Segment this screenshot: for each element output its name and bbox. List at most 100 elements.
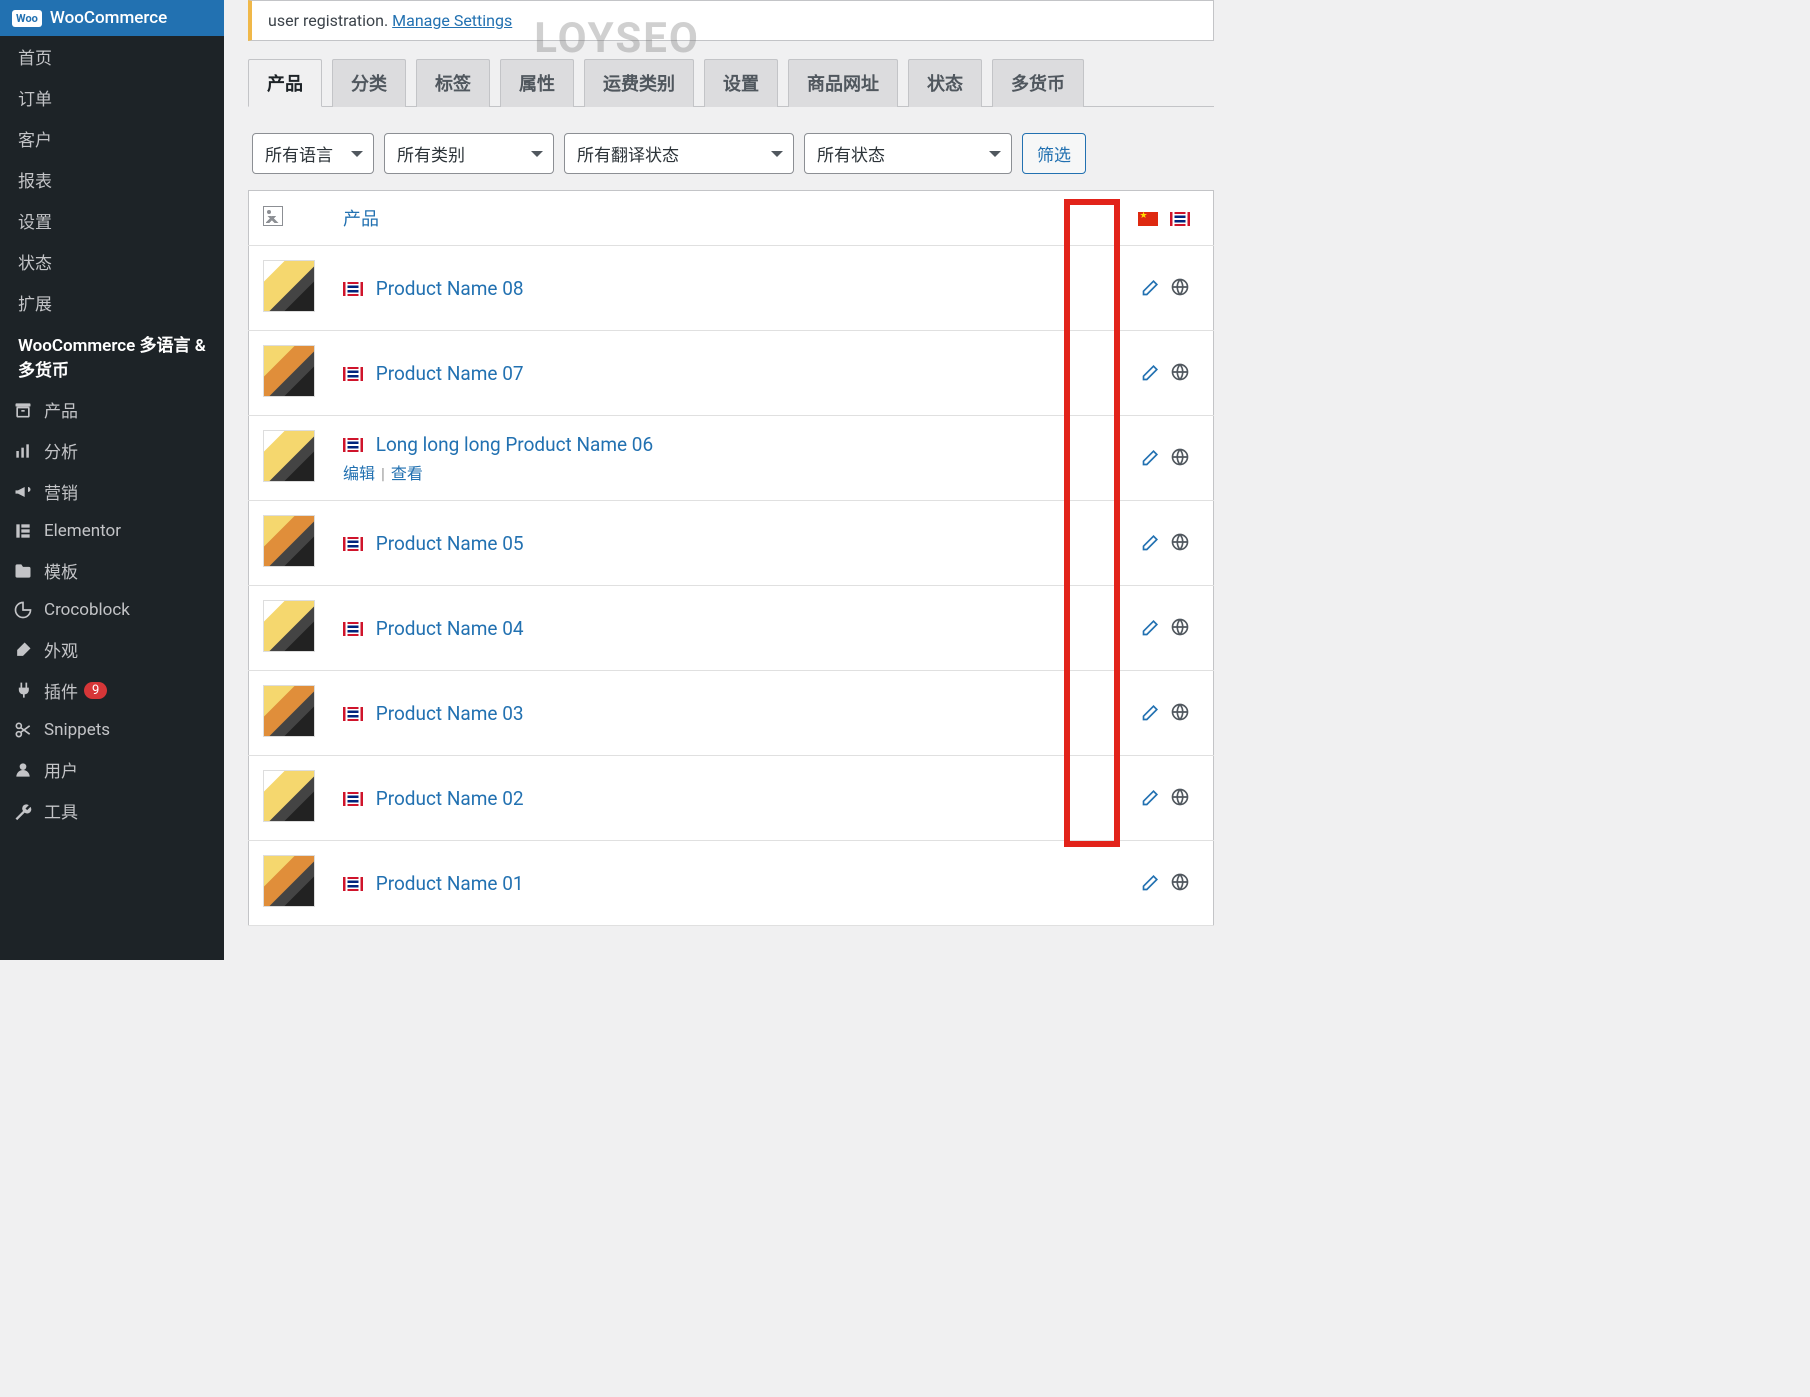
sidebar-item-工具[interactable]: 工具 [0,790,224,831]
filter-language[interactable]: 所有语言 [252,133,374,174]
product-thumbnail [263,430,315,482]
product-thumbnail [263,515,315,567]
translate-edit-button[interactable] [1140,701,1162,723]
folder-icon [12,560,34,582]
translate-edit-button[interactable] [1140,446,1162,468]
sidebar-sub-orders[interactable]: 订单 [0,77,224,118]
archive-icon [12,399,34,421]
row-action-edit[interactable]: 编辑 [343,464,375,483]
sidebar-item-模板[interactable]: 模板 [0,550,224,591]
flag-uk-icon [343,282,363,296]
product-name-link[interactable]: Product Name 01 [376,872,524,895]
sidebar-sub-status[interactable]: 状态 [0,241,224,282]
translate-edit-button[interactable] [1140,531,1162,553]
column-thumbnail [249,191,330,246]
update-count-badge: 9 [84,682,107,699]
product-name-link[interactable]: Product Name 05 [376,532,524,555]
sidebar-item-label: 工具 [44,798,78,823]
product-name-link[interactable]: Product Name 02 [376,787,524,810]
table-row: Product Name 05 [249,501,1214,586]
translate-edit-button[interactable] [1140,871,1162,893]
flag-uk-icon [343,537,363,551]
product-thumbnail [263,260,315,312]
sidebar-item-snippets[interactable]: Snippets [0,711,224,749]
product-thumbnail [263,345,315,397]
sidebar-sub-home[interactable]: 首页 [0,36,224,77]
filter-category[interactable]: 所有类别 [384,133,554,174]
sidebar-item-label: 分析 [44,438,78,463]
translate-edit-button[interactable] [1140,361,1162,383]
column-product[interactable]: 产品 [329,191,1124,246]
translate-edit-button[interactable] [1140,616,1162,638]
sidebar-sub-customers[interactable]: 客户 [0,118,224,159]
translation-status-icon[interactable] [1169,786,1191,808]
notice-link[interactable]: Manage Settings [392,11,512,30]
translation-status-icon[interactable] [1169,446,1191,468]
tab-标签[interactable]: 标签 [416,59,490,107]
plug-icon [12,680,34,702]
tab-产品[interactable]: 产品 [248,59,322,107]
sidebar-item-用户[interactable]: 用户 [0,749,224,790]
product-name-link[interactable]: Long long long Product Name 06 [376,433,653,456]
translation-status-icon[interactable] [1169,616,1191,638]
flag-cn-icon [1138,212,1158,226]
filter-bar: 所有语言 所有类别 所有翻译状态 所有状态 筛选 [248,133,1214,174]
translation-status-icon[interactable] [1169,871,1191,893]
translation-status-icon[interactable] [1169,701,1191,723]
flag-uk-icon [1170,212,1190,226]
sidebar-sub-wcml[interactable]: WooCommerce 多语言 & 多货币 [0,323,224,389]
sidebar-item-分析[interactable]: 分析 [0,430,224,471]
sidebar-item-产品[interactable]: 产品 [0,389,224,430]
flag-uk-icon [343,707,363,721]
user-icon [12,759,34,781]
sidebar-item-label: Snippets [44,720,110,740]
scissors-icon [12,719,34,741]
flag-uk-icon [343,877,363,891]
tab-多货币[interactable]: 多货币 [992,59,1084,107]
product-name-link[interactable]: Product Name 08 [376,277,524,300]
row-action-view[interactable]: 查看 [391,464,423,483]
translation-status-icon[interactable] [1169,531,1191,553]
elementor-icon [12,520,34,542]
flag-uk-icon [343,792,363,806]
translation-status-icon[interactable] [1169,361,1191,383]
tab-商品网址[interactable]: 商品网址 [788,59,898,107]
sidebar-sub-settings[interactable]: 设置 [0,200,224,241]
product-thumbnail [263,855,315,907]
translation-status-icon[interactable] [1169,276,1191,298]
filter-status[interactable]: 所有状态 [804,133,1012,174]
tab-分类[interactable]: 分类 [332,59,406,107]
table-row: Long long long Product Name 06 编辑 | 查看 [249,416,1214,501]
translate-edit-button[interactable] [1140,786,1162,808]
sidebar-item-label: 模板 [44,558,78,583]
sidebar-item-营销[interactable]: 营销 [0,471,224,512]
tab-属性[interactable]: 属性 [500,59,574,107]
tab-状态[interactable]: 状态 [908,59,982,107]
filter-button[interactable]: 筛选 [1022,133,1086,174]
product-thumbnail [263,770,315,822]
tab-bar: 产品分类标签属性运费类别设置商品网址状态多货币 [248,59,1214,107]
filter-translation-status[interactable]: 所有翻译状态 [564,133,794,174]
products-panel: 所有语言 所有类别 所有翻译状态 所有状态 筛选 产品 [248,107,1214,926]
sidebar-item-外观[interactable]: 外观 [0,629,224,670]
sidebar-sub-reports[interactable]: 报表 [0,159,224,200]
product-name-link[interactable]: Product Name 03 [376,702,524,725]
table-row: Product Name 03 [249,671,1214,756]
sidebar-item-插件[interactable]: 插件9 [0,670,224,711]
flag-uk-icon [343,622,363,636]
sidebar-item-woocommerce[interactable]: Woo WooCommerce [0,0,224,36]
translate-edit-button[interactable] [1140,276,1162,298]
sidebar-item-label: WooCommerce [50,8,167,28]
sidebar-sub-extensions[interactable]: 扩展 [0,282,224,323]
table-row: Product Name 08 [249,246,1214,331]
tab-运费类别[interactable]: 运费类别 [584,59,694,107]
tab-设置[interactable]: 设置 [704,59,778,107]
table-row: Product Name 01 [249,841,1214,926]
image-icon [263,206,283,226]
sidebar-item-crocoblock[interactable]: Crocoblock [0,591,224,629]
sidebar-item-label: Elementor [44,521,121,541]
product-name-link[interactable]: Product Name 04 [376,617,524,640]
sidebar-item-elementor[interactable]: Elementor [0,512,224,550]
product-name-link[interactable]: Product Name 07 [376,362,524,385]
product-thumbnail [263,685,315,737]
